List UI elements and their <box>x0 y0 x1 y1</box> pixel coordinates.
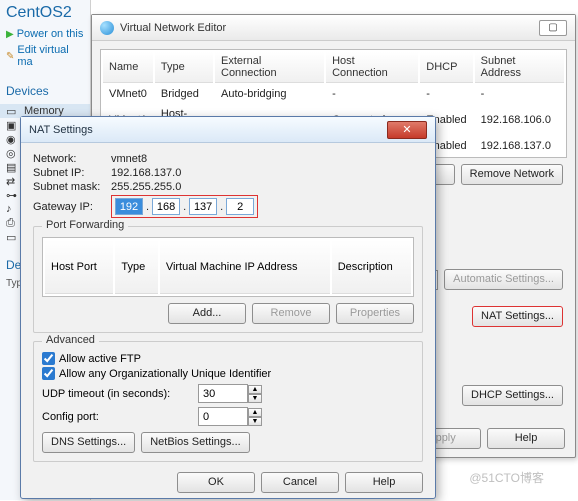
spin-up-icon[interactable]: ▲ <box>248 408 262 417</box>
remove-button[interactable]: Remove <box>252 303 330 324</box>
config-port-spinner[interactable]: ▲▼ <box>198 407 262 426</box>
dns-settings-button[interactable]: DNS Settings... <box>42 432 135 453</box>
pf-col-vmip[interactable]: Virtual Machine IP Address <box>160 240 330 294</box>
display-icon: ▭ <box>6 231 20 243</box>
subnetip-label: Subnet IP: <box>33 167 107 179</box>
cancel-button[interactable]: Cancel <box>261 472 339 493</box>
devices-header: Devices <box>0 80 90 102</box>
oui-check[interactable] <box>42 367 55 380</box>
config-port-input[interactable] <box>198 407 248 426</box>
hdd-icon: ◉ <box>6 133 20 145</box>
col-name[interactable]: Name <box>103 52 153 83</box>
col-subnet[interactable]: Subnet Address <box>475 52 564 83</box>
nat-settings-dialog: NAT Settings ✕ Network: vmnet8 Subnet IP:… <box>20 116 436 499</box>
gw-octet-0[interactable] <box>115 198 143 215</box>
col-type[interactable]: Type <box>155 52 213 83</box>
help-button[interactable]: Help <box>345 472 423 493</box>
allow-ftp-checkbox[interactable]: Allow active FTP <box>42 352 414 365</box>
udp-timeout-input[interactable] <box>198 384 248 403</box>
subnetip-value: 192.168.137.0 <box>111 167 181 179</box>
udp-timeout-spinner[interactable]: ▲▼ <box>198 384 262 403</box>
pf-col-type[interactable]: Type <box>115 240 157 294</box>
network-icon <box>100 21 114 35</box>
cd-icon: ◎ <box>6 147 20 159</box>
properties-button[interactable]: Properties <box>336 303 414 324</box>
floppy-icon: ▤ <box>6 161 20 173</box>
edit-icon: ✎ <box>6 51 14 62</box>
spin-up-icon[interactable]: ▲ <box>248 385 262 394</box>
col-dhcp[interactable]: DHCP <box>420 52 472 83</box>
config-port-label: Config port: <box>42 411 192 423</box>
usb-icon: ⊶ <box>6 189 20 201</box>
pf-col-hostport[interactable]: Host Port <box>45 240 113 294</box>
spin-down-icon[interactable]: ▼ <box>248 417 262 426</box>
col-ext[interactable]: External Connection <box>215 52 324 83</box>
udp-timeout-label: UDP timeout (in seconds): <box>42 388 192 400</box>
vne-titlebar[interactable]: Virtual Network Editor ▢ <box>92 15 575 41</box>
edit-vm-link[interactable]: ✎Edit virtual ma <box>0 42 90 70</box>
vne-title-text: Virtual Network Editor <box>120 22 226 34</box>
gateway-ip-field: . . . <box>111 195 258 218</box>
vm-title: CentOS2 <box>0 0 90 26</box>
help-button[interactable]: Help <box>487 428 565 449</box>
dhcp-settings-button[interactable]: DHCP Settings... <box>462 385 563 406</box>
col-host[interactable]: Host Connection <box>326 52 418 83</box>
automatic-settings-button[interactable]: Automatic Settings... <box>444 269 563 290</box>
ftp-check[interactable] <box>42 352 55 365</box>
network-value: vmnet8 <box>111 153 147 165</box>
gw-octet-2[interactable] <box>189 198 217 215</box>
network-icon: ⇄ <box>6 175 20 187</box>
spin-down-icon[interactable]: ▼ <box>248 394 262 403</box>
watermark: @51CTO博客 <box>469 469 544 486</box>
advanced-label: Advanced <box>42 334 99 346</box>
port-forwarding-group: Port Forwarding Host Port Type Virtual M… <box>33 226 423 333</box>
add-button[interactable]: Add... <box>168 303 246 324</box>
netbios-settings-button[interactable]: NetBios Settings... <box>141 432 250 453</box>
allow-oui-checkbox[interactable]: Allow any Organizationally Unique Identi… <box>42 367 414 380</box>
maximize-button[interactable]: ▢ <box>539 20 567 36</box>
remove-network-button[interactable]: Remove Network <box>461 164 563 185</box>
power-on-link[interactable]: ▶Power on this <box>0 26 90 42</box>
ok-button[interactable]: OK <box>177 472 255 493</box>
mask-value: 255.255.255.0 <box>111 181 181 193</box>
play-icon: ▶ <box>6 29 14 40</box>
pf-col-desc[interactable]: Description <box>332 240 411 294</box>
gw-octet-1[interactable] <box>152 198 180 215</box>
nat-settings-button[interactable]: NAT Settings... <box>472 306 563 327</box>
gateway-label: Gateway IP: <box>33 201 107 213</box>
table-row[interactable]: VMnet0BridgedAuto-bridging--- <box>103 85 564 103</box>
sound-icon: ♪ <box>6 203 20 215</box>
port-forwarding-label: Port Forwarding <box>42 219 128 231</box>
mask-label: Subnet mask: <box>33 181 107 193</box>
port-forwarding-table[interactable]: Host Port Type Virtual Machine IP Addres… <box>42 237 414 297</box>
close-button[interactable]: ✕ <box>387 121 427 139</box>
nat-title-text: NAT Settings <box>29 124 93 136</box>
gw-octet-3[interactable] <box>226 198 254 215</box>
memory-icon: ▭ <box>6 105 20 117</box>
printer-icon: ⎙ <box>6 217 20 229</box>
cpu-icon: ▣ <box>6 119 20 131</box>
nat-titlebar[interactable]: NAT Settings ✕ <box>21 117 435 143</box>
network-label: Network: <box>33 153 107 165</box>
advanced-group: Advanced Allow active FTP Allow any Orga… <box>33 341 423 462</box>
